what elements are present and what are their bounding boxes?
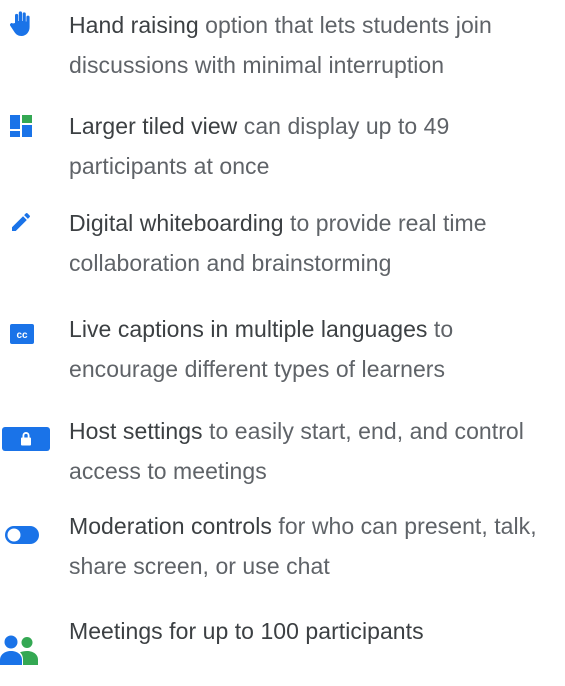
feature-whiteboarding: Digital whiteboarding to provide real ti… <box>0 198 565 278</box>
feature-title: Host settings <box>69 418 203 444</box>
feature-title: Moderation controls <box>69 513 272 539</box>
feature-description: Digital whiteboarding to provide real ti… <box>69 204 563 283</box>
feature-description: Host settings to easily start, end, and … <box>69 412 563 491</box>
feature-moderation-controls: Moderation controls for who can present,… <box>0 501 565 581</box>
feature-description: Larger tiled view can display up to 49 p… <box>69 107 563 186</box>
closed-captions-icon: cc <box>0 304 60 344</box>
feature-host-settings: Host settings to easily start, end, and … <box>0 406 565 486</box>
feature-meeting-size: Meetings for up to 100 participants <box>0 606 565 686</box>
feature-description: Live captions in multiple languages to e… <box>69 310 563 389</box>
feature-description: Moderation controls for who can present,… <box>69 507 563 586</box>
raised-hand-icon <box>0 0 60 36</box>
feature-description: Hand raising option that lets students j… <box>69 6 563 85</box>
toggle-icon <box>0 501 60 544</box>
pencil-icon <box>0 198 60 234</box>
feature-title: Larger tiled view <box>69 113 238 139</box>
tiled-view-icon <box>0 101 60 137</box>
feature-title: Hand raising <box>69 12 199 38</box>
feature-live-captions: cc Live captions in multiple languages t… <box>0 304 565 384</box>
feature-title: Live captions in multiple languages <box>69 316 428 342</box>
svg-text:cc: cc <box>16 330 28 341</box>
lock-screen-icon <box>0 406 60 451</box>
feature-list: Hand raising option that lets students j… <box>0 0 565 676</box>
feature-text: Meetings for up to 100 participants <box>69 618 424 644</box>
people-icon <box>0 606 60 665</box>
feature-hand-raising: Hand raising option that lets students j… <box>0 0 565 80</box>
feature-title: Digital whiteboarding <box>69 210 284 236</box>
feature-tiled-view: Larger tiled view can display up to 49 p… <box>0 101 565 181</box>
feature-description: Meetings for up to 100 participants <box>69 612 563 652</box>
